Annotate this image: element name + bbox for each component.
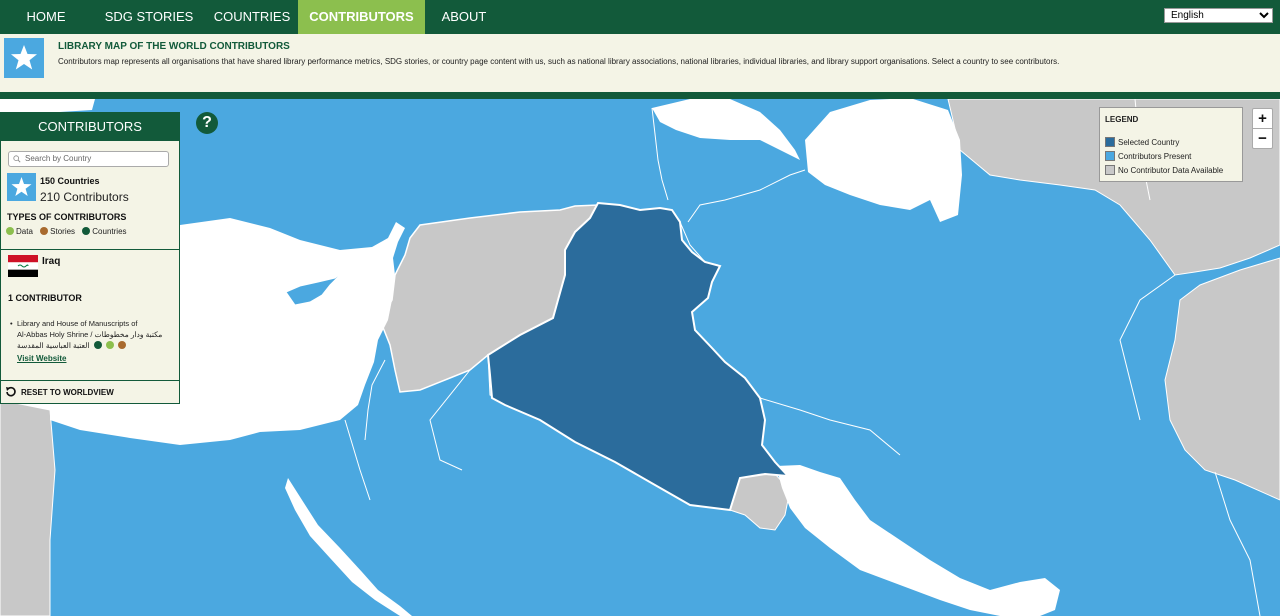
legend-label: No Contributor Data Available (1118, 166, 1224, 175)
page-banner: LIBRARY MAP OF THE WORLD CONTRIBUTORS Co… (0, 34, 1280, 92)
reset-worldview-button[interactable]: RESET TO WORLDVIEW (5, 386, 114, 398)
nav-about[interactable]: ABOUT (425, 0, 503, 34)
selected-country-name: Iraq (42, 256, 61, 267)
contributor-types: العتبة العباسية المقدسة (17, 340, 177, 351)
page-description: Contributors map represents all organisa… (58, 57, 1060, 66)
map-region-no-data (0, 399, 56, 616)
map-legend: LEGEND Selected Country Contributors Pre… (1099, 107, 1243, 182)
nav-sdg-stories[interactable]: SDG STORIES (92, 0, 206, 34)
banner-divider (0, 92, 1280, 99)
map-canvas (0, 99, 1280, 616)
map-sea-mediterranean (0, 99, 95, 112)
type-label-data: Data (16, 227, 33, 236)
visit-website-link[interactable]: Visit Website (17, 353, 177, 364)
map-region-no-data (1164, 257, 1280, 501)
legend-title: LEGEND (1105, 115, 1139, 124)
countries-type-dot (93, 341, 102, 349)
reset-label: RESET TO WORLDVIEW (21, 388, 114, 397)
page-title: LIBRARY MAP OF THE WORLD CONTRIBUTORS (58, 41, 290, 52)
nav-countries[interactable]: COUNTRIES (206, 0, 298, 34)
help-icon[interactable]: ? (196, 112, 218, 134)
contributors-panel: CONTRIBUTORS Search by Country 150 Count… (0, 112, 180, 404)
search-placeholder: Search by Country (25, 154, 92, 163)
contributor-name-line2: Al-Abbas Holy Shrine / مكتبة ودار مخطوطا… (17, 330, 163, 339)
map-sea-black-sea (652, 99, 800, 160)
data-type-dot (6, 227, 14, 235)
map-sea-persian-gulf (776, 465, 1060, 616)
panel-divider (1, 380, 179, 381)
zoom-control: + − (1252, 108, 1273, 149)
countries-type-dot (82, 227, 91, 235)
legend-swatch (1105, 165, 1115, 175)
types-legend: Data Stories Countries (6, 227, 132, 236)
type-label-stories: Stories (50, 227, 76, 236)
stories-type-dot (40, 227, 49, 235)
data-type-dot (105, 341, 114, 349)
list-item: • Library and House of Manuscripts of Al… (10, 318, 177, 364)
contributor-count-title: 1 CONTRIBUTOR (8, 293, 82, 303)
countries-count: 150 Countries (40, 176, 100, 186)
legend-label: Selected Country (1118, 138, 1180, 147)
contributors-count: 210 Contributors (40, 190, 129, 204)
contributor-name-line3: العتبة العباسية المقدسة (17, 341, 90, 350)
contributor-name-line1: Library and House of Manuscripts of (17, 319, 138, 328)
legend-item-present: Contributors Present (1105, 151, 1191, 161)
legend-swatch (1105, 137, 1115, 147)
world-map[interactable] (0, 99, 1280, 616)
map-sea-caspian (805, 99, 962, 222)
stories-type-dot (117, 341, 126, 349)
panel-title: CONTRIBUTORS (1, 113, 179, 141)
star-icon (7, 173, 36, 201)
types-title: TYPES OF CONTRIBUTORS (7, 212, 127, 222)
map-sea-red-sea (285, 478, 412, 616)
nav-home[interactable]: HOME (0, 0, 92, 34)
iraq-flag-icon (8, 255, 38, 277)
list-bullet: • (10, 319, 13, 328)
top-navigation: HOME SDG STORIES COUNTRIES CONTRIBUTORS … (0, 0, 1280, 34)
legend-label: Contributors Present (1118, 152, 1192, 161)
search-input[interactable]: Search by Country (8, 151, 169, 167)
zoom-in-button[interactable]: + (1253, 109, 1272, 129)
star-icon (4, 38, 44, 78)
search-icon (13, 155, 21, 163)
reset-icon (6, 386, 16, 397)
language-select[interactable]: English (1164, 8, 1273, 23)
legend-item-no-data: No Contributor Data Available (1105, 165, 1223, 175)
type-label-countries: Countries (92, 227, 127, 236)
legend-swatch (1105, 151, 1115, 161)
panel-divider (1, 249, 179, 250)
legend-item-selected: Selected Country (1105, 137, 1179, 147)
zoom-out-button[interactable]: − (1253, 129, 1272, 149)
nav-contributors[interactable]: CONTRIBUTORS (298, 0, 425, 34)
